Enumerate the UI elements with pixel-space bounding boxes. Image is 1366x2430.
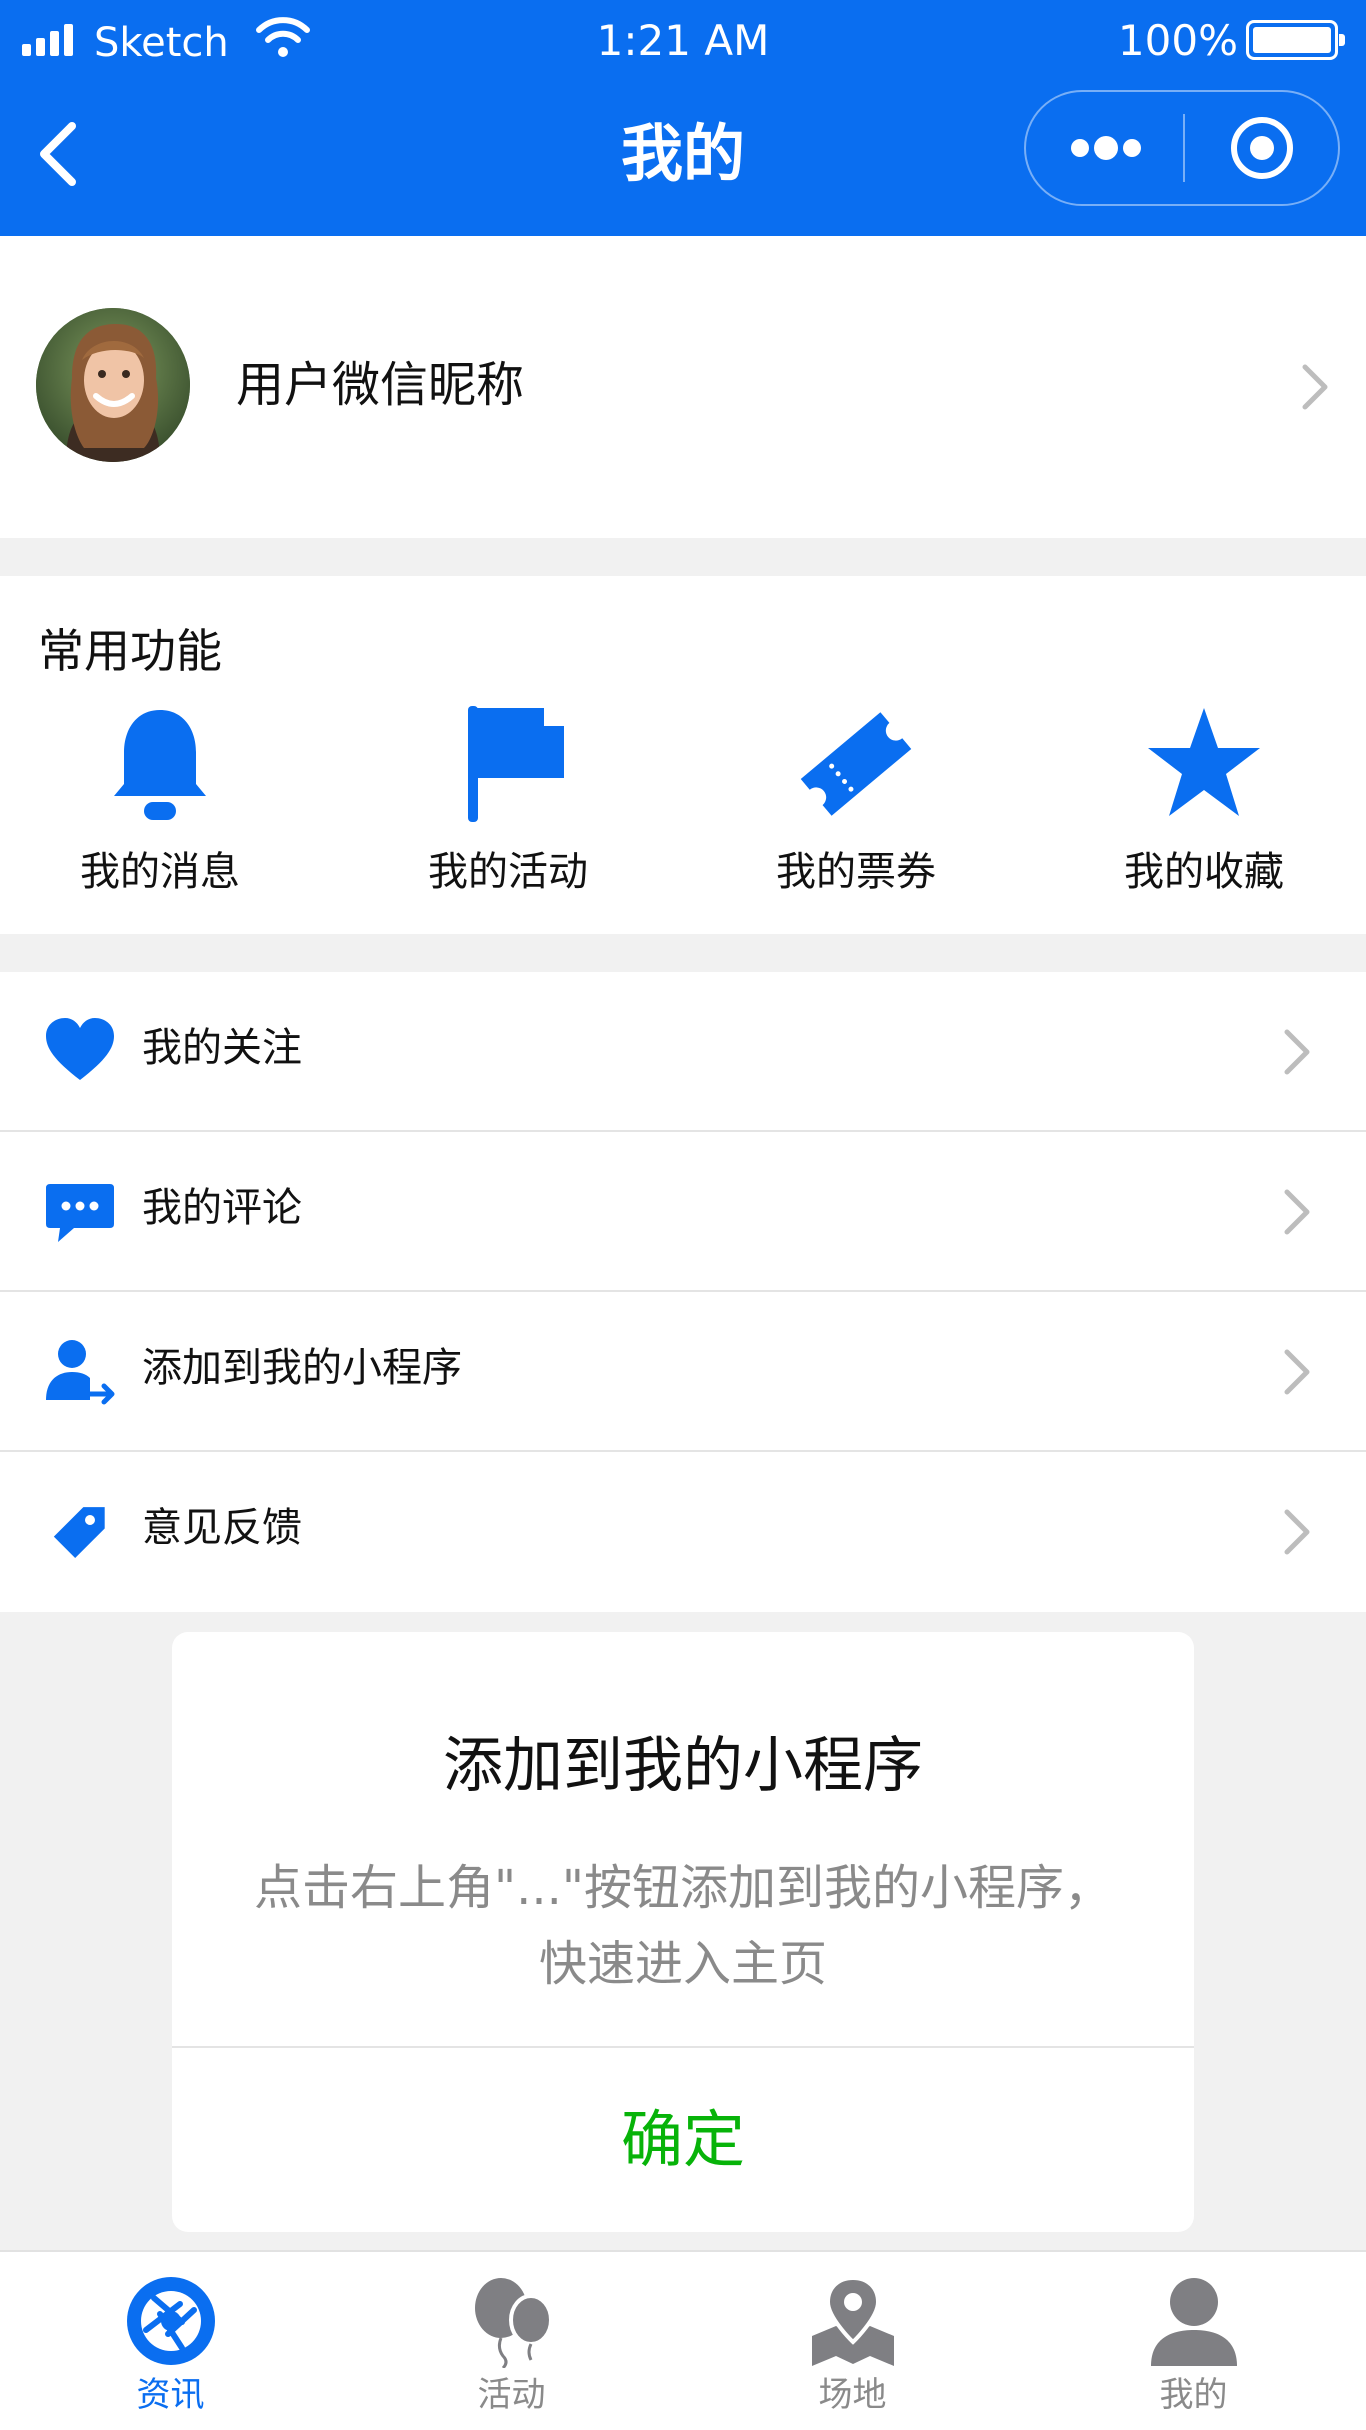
- tag-icon: [53, 1507, 105, 1558]
- chevron-right-icon: [1284, 1349, 1310, 1395]
- confirm-button[interactable]: 确定: [172, 2048, 1194, 2232]
- tab-mine[interactable]: 我的: [1023, 2252, 1364, 2430]
- func-label: 我的收藏: [1124, 849, 1284, 895]
- battery-icon: [1246, 20, 1345, 60]
- tab-label: 资讯: [136, 2375, 205, 2415]
- tab-label: 活动: [477, 2375, 546, 2415]
- profile-row[interactable]: 用户微信昵称: [0, 236, 1366, 538]
- aperture-icon: [127, 2277, 215, 2365]
- section-title: 常用功能: [38, 624, 222, 678]
- chat-icon: [46, 1184, 114, 1242]
- target-circle-icon: [1231, 117, 1293, 179]
- user-share-icon: [46, 1340, 115, 1405]
- status-bar: Sketch 1:21 AM 100%: [0, 0, 1366, 86]
- menu-list: 我的关注 我的评论 添加到我的小程序 意见反馈: [0, 972, 1366, 1612]
- heart-icon: [46, 1018, 114, 1080]
- flag-icon: [468, 706, 564, 822]
- tab-bar: 资讯 活动 场地 我的: [0, 2250, 1366, 2430]
- list-item-feedback[interactable]: 意见反馈: [0, 1452, 1366, 1612]
- capsule-menu: [1024, 90, 1340, 206]
- func-my-messages[interactable]: 我的消息: [0, 704, 330, 904]
- chevron-right-icon: [1302, 364, 1328, 410]
- balloons-icon: [475, 2278, 553, 2368]
- ticket-icon: [800, 712, 912, 816]
- func-label: 我的票券: [776, 849, 936, 895]
- func-label: 我的活动: [428, 849, 588, 895]
- func-my-favorites[interactable]: 我的收藏: [1034, 704, 1366, 904]
- user-nickname: 用户微信昵称: [236, 357, 525, 413]
- dialog-title: 添加到我的小程序: [443, 1731, 923, 1801]
- func-my-activities[interactable]: 我的活动: [338, 704, 678, 904]
- avatar: [36, 308, 190, 462]
- tab-venues[interactable]: 场地: [682, 2252, 1023, 2430]
- tab-label: 我的: [1159, 2375, 1228, 2415]
- add-miniprogram-dialog: 添加到我的小程序 点击右上角"..."按钮添加到我的小程序，快速进入主页 确定: [172, 1632, 1194, 2232]
- list-item-label: 我的评论: [142, 1185, 302, 1231]
- star-icon: [1148, 708, 1260, 816]
- func-label: 我的消息: [80, 849, 240, 895]
- func-my-tickets[interactable]: 我的票券: [686, 704, 1026, 904]
- tab-news[interactable]: 资讯: [0, 2252, 341, 2430]
- dialog-message: 点击右上角"..."按钮添加到我的小程序，快速进入主页: [254, 1860, 1112, 1992]
- header: Sketch 1:21 AM 100% 我的: [0, 0, 1366, 236]
- list-item-my-comments[interactable]: 我的评论: [0, 1132, 1366, 1292]
- chevron-right-icon: [1284, 1509, 1310, 1555]
- more-button[interactable]: [1026, 92, 1184, 204]
- close-miniprogram-button[interactable]: [1184, 92, 1340, 204]
- list-item-my-following[interactable]: 我的关注: [0, 972, 1366, 1132]
- person-icon: [1151, 2278, 1237, 2366]
- battery-percent: 100%: [1117, 16, 1238, 65]
- list-item-label: 意见反馈: [142, 1505, 302, 1551]
- chevron-right-icon: [1284, 1189, 1310, 1235]
- common-functions: 常用功能 我的消息 我的活动 我的票券 我的收藏: [0, 576, 1366, 934]
- list-item-label: 添加到我的小程序: [142, 1345, 462, 1391]
- map-pin-icon: [812, 2275, 894, 2366]
- tab-label: 场地: [818, 2375, 887, 2415]
- bell-icon: [114, 710, 206, 820]
- chevron-right-icon: [1284, 1029, 1310, 1075]
- more-dots-icon: [1071, 136, 1141, 160]
- tab-activities[interactable]: 活动: [341, 2252, 682, 2430]
- list-item-label: 我的关注: [142, 1025, 302, 1071]
- list-item-add-to-my-miniprograms[interactable]: 添加到我的小程序: [0, 1292, 1366, 1452]
